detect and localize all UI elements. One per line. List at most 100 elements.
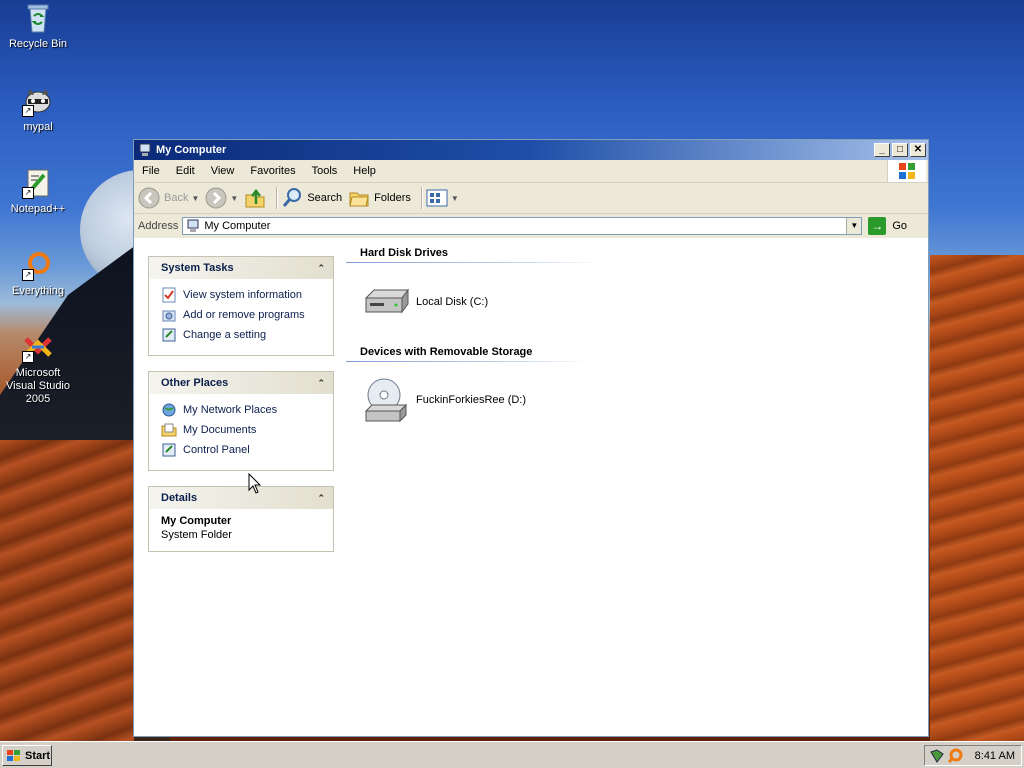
window-title: My Computer [156, 144, 227, 156]
desktop-icon-everything[interactable]: ↗ Everything [0, 249, 76, 298]
removable-storage-header: Devices with Removable Storage [360, 346, 533, 358]
maximize-button[interactable]: □ [892, 143, 908, 157]
desktop-icon-notepadpp[interactable]: ↗ Notepad++ [0, 167, 76, 216]
folders-button[interactable]: Folders [348, 187, 411, 209]
group-divider [346, 361, 592, 362]
desktop-icon-label: Notepad++ [10, 203, 66, 215]
mouse-cursor-icon [248, 473, 262, 494]
network-places-icon [162, 403, 176, 417]
folders-icon [349, 192, 369, 207]
my-documents-link[interactable]: My Documents [161, 420, 325, 440]
drive-label: Local Disk (C:) [416, 296, 489, 308]
menu-file[interactable]: File [134, 160, 168, 182]
removable-disk-d-item[interactable]: FuckinForkiesRee (D:) [362, 375, 526, 425]
window-titlebar[interactable]: My Computer _ □ ✕ [134, 140, 928, 160]
taskbar: Start 8:41 AM [0, 741, 1024, 768]
link-label: My Network Places [183, 404, 278, 416]
up-folder-button[interactable] [244, 187, 266, 209]
link-label: Change a setting [183, 329, 267, 341]
details-title: Details [161, 492, 198, 504]
link-label: Add or remove programs [183, 309, 305, 321]
forward-button[interactable]: ▼ [205, 187, 238, 209]
menu-favorites[interactable]: Favorites [242, 160, 303, 182]
back-label: Back [164, 192, 189, 204]
add-remove-programs-icon [162, 310, 176, 322]
my-computer-icon [187, 219, 199, 232]
desktop-icon-mypal[interactable]: ↗ mypal [0, 85, 76, 134]
view-system-info-link[interactable]: View system information [161, 285, 325, 305]
task-pane: System Tasks ⌃ View system information A… [134, 238, 344, 736]
my-documents-icon [161, 423, 177, 437]
collapse-chevron-icon[interactable]: ⌃ [317, 493, 325, 504]
collapse-chevron-icon[interactable]: ⌃ [317, 263, 325, 274]
system-tasks-header[interactable]: System Tasks ⌃ [149, 257, 333, 279]
close-button[interactable]: ✕ [910, 143, 926, 157]
hard-disk-drives-header: Hard Disk Drives [360, 247, 449, 259]
views-button[interactable]: ▼ [426, 188, 459, 208]
window-controls: _ □ ✕ [872, 143, 926, 157]
change-setting-link[interactable]: Change a setting [161, 325, 325, 345]
desktop-icon-visual-studio[interactable]: ↗ Microsoft Visual Studio 2005 [0, 331, 76, 406]
other-places-panel: Other Places ⌃ My Network Places My Docu… [148, 371, 334, 471]
clock[interactable]: 8:41 AM [975, 750, 1015, 762]
link-label: View system information [183, 289, 303, 301]
recycle-bin-icon [22, 2, 54, 34]
go-button[interactable]: → Go [868, 217, 907, 235]
local-disk-c-item[interactable]: Local Disk (C:) [362, 286, 488, 318]
shortcut-arrow-icon: ↗ [22, 269, 34, 281]
toolbar: Back ▼ ▼ Search Folders ▼ [134, 183, 928, 214]
menu-view[interactable]: View [203, 160, 243, 182]
everything-search-icon: ↗ [22, 249, 54, 281]
toolbar-separator [420, 187, 422, 209]
shortcut-arrow-icon: ↗ [22, 187, 34, 199]
menu-bar: File Edit View Favorites Tools Help [134, 160, 928, 183]
views-dropdown-icon[interactable]: ▼ [451, 194, 459, 203]
forward-dropdown-icon[interactable]: ▼ [230, 194, 238, 203]
mypal-raccoon-icon: ↗ [22, 85, 54, 117]
windows-logo-icon [887, 160, 926, 182]
search-label: Search [307, 192, 343, 204]
shortcut-arrow-icon: ↗ [22, 351, 34, 363]
drive-label: FuckinForkiesRee (D:) [416, 394, 527, 406]
control-panel-link[interactable]: Control Panel [161, 440, 325, 460]
views-icon [426, 189, 448, 207]
system-tasks-panel: System Tasks ⌃ View system information A… [148, 256, 334, 356]
windows-logo-icon [7, 749, 20, 761]
start-label: Start [25, 749, 51, 762]
back-button[interactable]: Back ▼ [138, 187, 199, 209]
system-tray: 8:41 AM [924, 745, 1022, 766]
details-name: My Computer [161, 515, 232, 527]
control-panel-icon [162, 443, 176, 457]
other-places-header[interactable]: Other Places ⌃ [149, 372, 333, 394]
search-button[interactable]: Search [281, 187, 342, 209]
desktop-icon-label: Recycle Bin [8, 38, 68, 50]
menu-tools[interactable]: Tools [304, 160, 346, 182]
everything-tray-icon[interactable] [947, 748, 963, 764]
my-network-places-link[interactable]: My Network Places [161, 400, 325, 420]
menu-help[interactable]: Help [345, 160, 384, 182]
menu-edit[interactable]: Edit [168, 160, 203, 182]
details-panel: Details ⌃ My Computer System Folder [148, 486, 334, 552]
go-label: Go [892, 220, 908, 232]
collapse-chevron-icon[interactable]: ⌃ [317, 378, 325, 389]
up-folder-icon [245, 188, 265, 208]
desktop-icon-label: Microsoft Visual Studio 2005 [5, 367, 70, 405]
my-computer-window[interactable]: My Computer _ □ ✕ File Edit View Favorit… [133, 139, 929, 737]
search-icon [283, 188, 302, 207]
add-remove-programs-link[interactable]: Add or remove programs [161, 305, 325, 325]
desktop-icon-recycle-bin[interactable]: Recycle Bin [0, 2, 76, 51]
minimize-button[interactable]: _ [874, 143, 890, 157]
back-dropdown-icon[interactable]: ▼ [191, 194, 199, 203]
toolbar-separator [276, 187, 278, 209]
details-header[interactable]: Details ⌃ [149, 487, 333, 509]
tray-app-icon[interactable] [929, 748, 945, 764]
dune-right-wallpaper [930, 255, 1024, 741]
start-button[interactable]: Start [2, 745, 52, 766]
address-label: Address [138, 220, 179, 232]
main-pane: Hard Disk Drives Local Disk (C:) Devices… [344, 238, 928, 736]
address-input[interactable]: My Computer ▼ [182, 217, 863, 235]
details-type: System Folder [161, 529, 232, 541]
address-dropdown-icon[interactable]: ▼ [846, 218, 862, 234]
group-divider [346, 262, 602, 263]
folders-label: Folders [374, 192, 411, 204]
